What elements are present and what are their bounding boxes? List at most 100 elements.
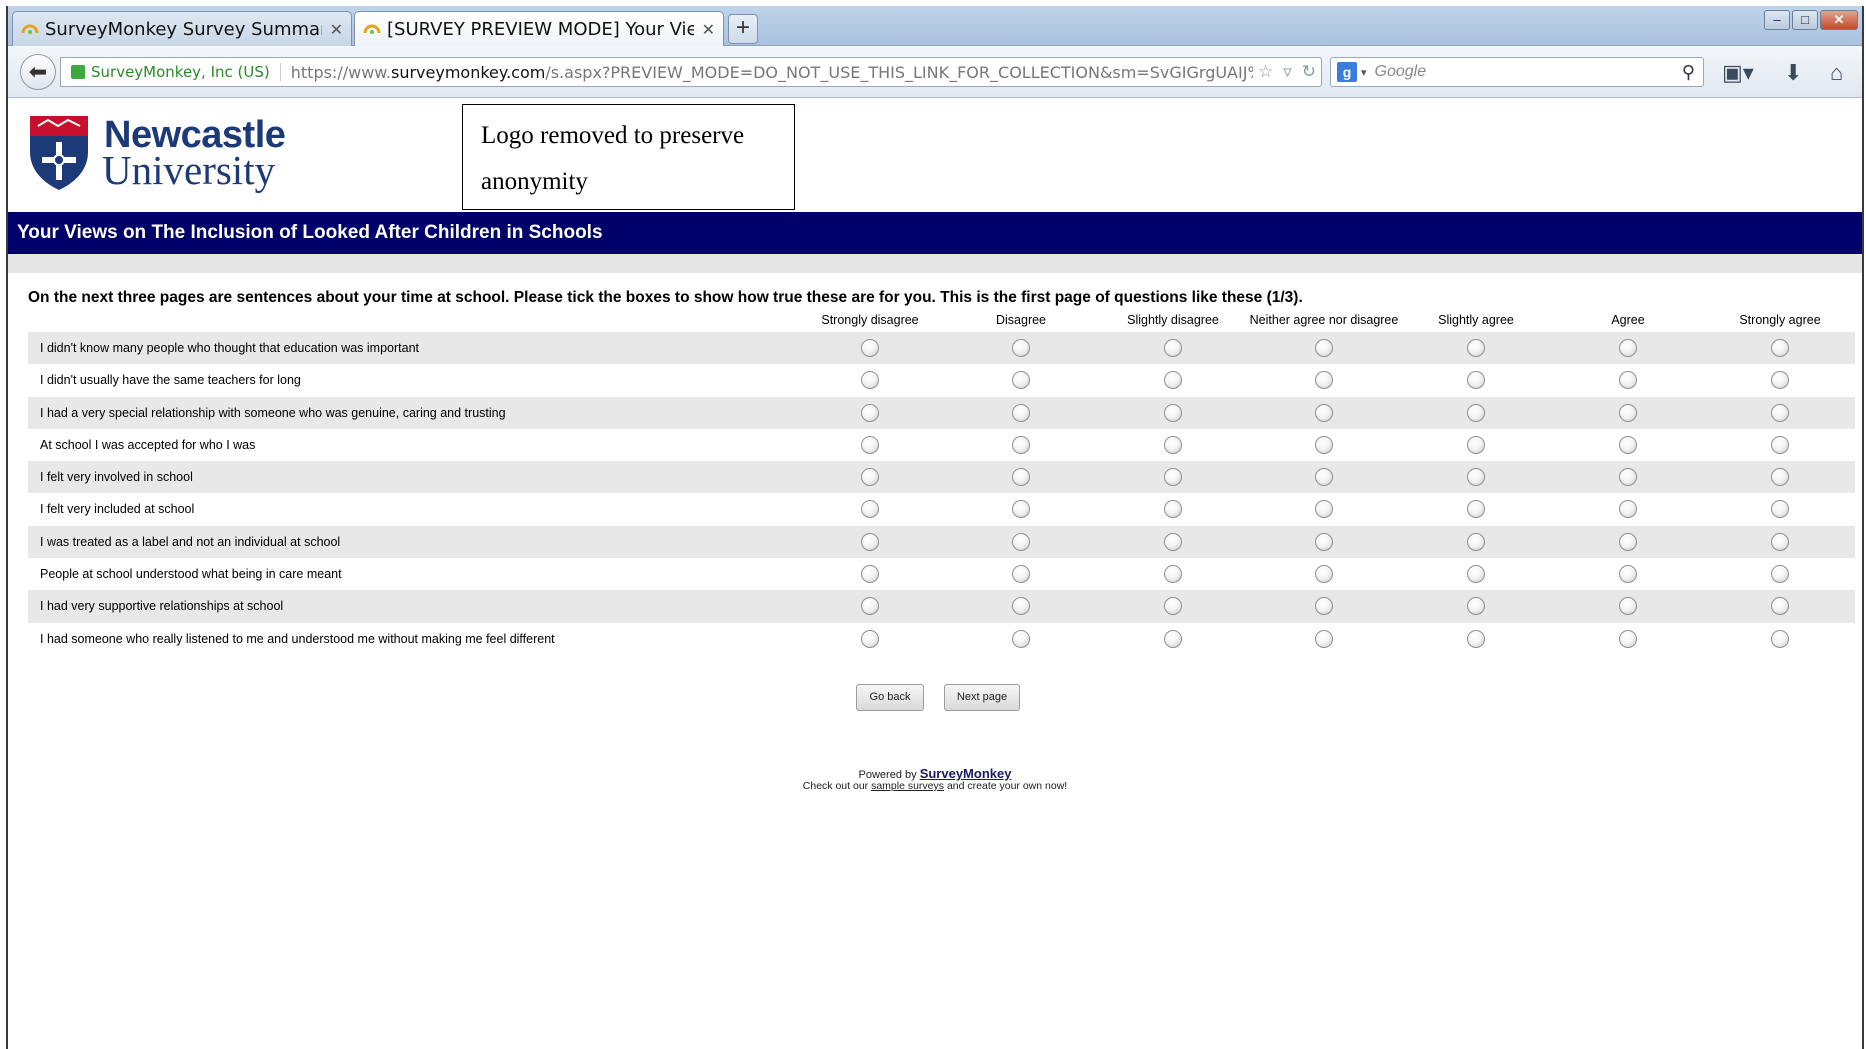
site-identity[interactable]: SurveyMonkey, Inc (US) xyxy=(91,63,281,81)
search-icon[interactable]: ⚲ xyxy=(1682,62,1695,83)
radio-button[interactable] xyxy=(861,339,879,357)
radio-button[interactable] xyxy=(1012,629,1030,648)
radio-button[interactable] xyxy=(1315,468,1333,487)
radio-button[interactable] xyxy=(1619,468,1637,487)
radio-button[interactable] xyxy=(1012,468,1030,487)
radio-button[interactable] xyxy=(861,629,879,648)
sample-surveys-link[interactable]: sample surveys xyxy=(871,780,944,792)
tab-survey-summary[interactable]: SurveyMonkey Survey Summary - Yo... ✕ xyxy=(12,11,352,46)
history-dropdown-icon[interactable]: ▿ xyxy=(1283,62,1292,82)
radio-button[interactable] xyxy=(861,597,879,616)
radio-button[interactable] xyxy=(1467,371,1485,390)
search-bar[interactable]: g ▾ Google ⚲ xyxy=(1330,57,1704,87)
radio-button[interactable] xyxy=(1164,371,1182,390)
radio-button[interactable] xyxy=(1012,339,1030,357)
column-header: Slightly disagree xyxy=(1127,313,1219,327)
radio-button[interactable] xyxy=(1467,629,1485,648)
radio-button[interactable] xyxy=(1164,597,1182,616)
radio-button[interactable] xyxy=(1315,500,1333,519)
radio-button[interactable] xyxy=(1012,532,1030,551)
radio-button[interactable] xyxy=(861,403,879,422)
next-page-button[interactable]: Next page xyxy=(944,684,1020,711)
radio-button[interactable] xyxy=(1164,500,1182,519)
radio-button[interactable] xyxy=(1771,597,1789,616)
radio-button[interactable] xyxy=(1771,468,1789,487)
radio-button[interactable] xyxy=(1771,339,1789,357)
radio-button[interactable] xyxy=(1771,500,1789,519)
radio-button[interactable] xyxy=(1315,339,1333,357)
radio-button[interactable] xyxy=(1467,468,1485,487)
radio-button[interactable] xyxy=(1619,371,1637,390)
radio-button[interactable] xyxy=(1164,468,1182,487)
google-engine-icon[interactable]: g xyxy=(1337,62,1357,82)
radio-button[interactable] xyxy=(1164,403,1182,422)
url-text[interactable]: https://www.surveymonkey.com/s.aspx?PREV… xyxy=(291,63,1253,82)
back-arrow-icon[interactable]: ⬅ xyxy=(20,54,56,90)
close-window-button[interactable]: ✕ xyxy=(1820,10,1858,30)
tab-close-icon[interactable]: ✕ xyxy=(330,20,343,39)
radio-button[interactable] xyxy=(1164,629,1182,648)
radio-button[interactable] xyxy=(1619,597,1637,616)
radio-button[interactable] xyxy=(1467,565,1485,584)
radio-button[interactable] xyxy=(1164,532,1182,551)
radio-button[interactable] xyxy=(1619,532,1637,551)
radio-button[interactable] xyxy=(1012,435,1030,454)
radio-button[interactable] xyxy=(1771,629,1789,648)
radio-button[interactable] xyxy=(861,500,879,519)
search-input[interactable]: Google xyxy=(1375,63,1682,81)
radio-button[interactable] xyxy=(1619,500,1637,519)
radio-button[interactable] xyxy=(1467,532,1485,551)
radio-button[interactable] xyxy=(1771,371,1789,390)
radio-button[interactable] xyxy=(1771,565,1789,584)
radio-button[interactable] xyxy=(1619,339,1637,357)
radio-button[interactable] xyxy=(1164,435,1182,454)
surveymonkey-link[interactable]: SurveyMonkey xyxy=(920,766,1012,781)
radio-button[interactable] xyxy=(1771,403,1789,422)
address-bar[interactable]: SurveyMonkey, Inc (US) https://www.surve… xyxy=(60,57,1322,87)
radio-button[interactable] xyxy=(1619,629,1637,648)
radio-button[interactable] xyxy=(1315,597,1333,616)
radio-button[interactable] xyxy=(1012,565,1030,584)
radio-button[interactable] xyxy=(1164,565,1182,584)
radio-button[interactable] xyxy=(1619,565,1637,584)
radio-button[interactable] xyxy=(1467,403,1485,422)
radio-button[interactable] xyxy=(861,565,879,584)
radio-button[interactable] xyxy=(861,468,879,487)
radio-button[interactable] xyxy=(1771,532,1789,551)
radio-button[interactable] xyxy=(1619,403,1637,422)
new-tab-button[interactable]: + xyxy=(728,14,758,44)
radio-button[interactable] xyxy=(1012,500,1030,519)
radio-button[interactable] xyxy=(1315,629,1333,648)
radio-button[interactable] xyxy=(1619,435,1637,454)
radio-button[interactable] xyxy=(861,435,879,454)
go-back-button[interactable]: Go back xyxy=(856,684,924,711)
minimize-button[interactable]: – xyxy=(1764,10,1790,30)
radio-button[interactable] xyxy=(1012,597,1030,616)
radio-button[interactable] xyxy=(1467,435,1485,454)
radio-button[interactable] xyxy=(1315,435,1333,454)
radio-button[interactable] xyxy=(1467,500,1485,519)
radio-button[interactable] xyxy=(1771,435,1789,454)
reload-icon[interactable]: ↻ xyxy=(1302,62,1316,82)
bookmarks-menu-icon[interactable]: ▣▾ xyxy=(1722,60,1754,86)
radio-button[interactable] xyxy=(1164,339,1182,357)
home-icon[interactable]: ⌂ xyxy=(1830,60,1843,86)
row-statement: I had someone who really listened to me … xyxy=(40,631,555,646)
radio-button[interactable] xyxy=(1315,565,1333,584)
tab-close-icon[interactable]: ✕ xyxy=(702,20,715,39)
tab-survey-preview[interactable]: [SURVEY PREVIEW MODE] Your Views... ✕ xyxy=(354,11,724,46)
radio-button[interactable] xyxy=(861,532,879,551)
radio-button[interactable] xyxy=(1467,597,1485,616)
download-icon[interactable]: ⬇ xyxy=(1784,60,1802,86)
radio-button[interactable] xyxy=(861,371,879,390)
bookmark-star-icon[interactable]: ☆ xyxy=(1258,62,1273,82)
maximize-button[interactable]: □ xyxy=(1792,10,1818,30)
radio-button[interactable] xyxy=(1315,403,1333,422)
chevron-down-icon[interactable]: ▾ xyxy=(1361,66,1367,79)
radio-button[interactable] xyxy=(1315,371,1333,390)
lock-icon xyxy=(71,65,85,79)
radio-button[interactable] xyxy=(1315,532,1333,551)
radio-button[interactable] xyxy=(1467,339,1485,357)
radio-button[interactable] xyxy=(1012,371,1030,390)
radio-button[interactable] xyxy=(1012,403,1030,422)
